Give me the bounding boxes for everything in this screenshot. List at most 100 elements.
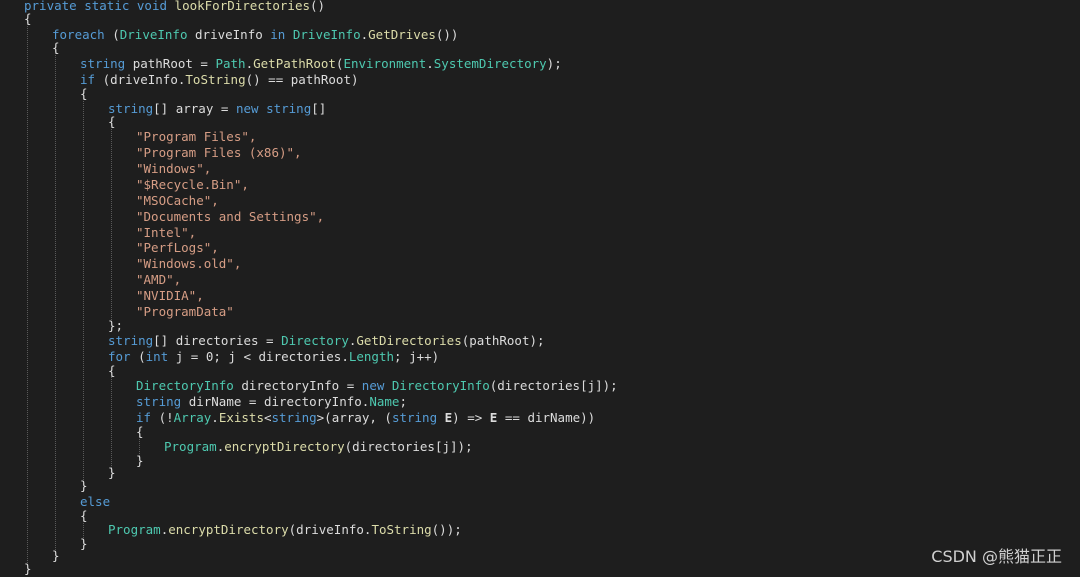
keyword: new [361,378,385,393]
code-line: }; [108,318,124,333]
lambda-param: E [444,410,453,425]
indent-guide [111,376,112,472]
type-name: DriveInfo [119,27,188,42]
type-name: Array [173,410,212,425]
type-name: DirectoryInfo [136,378,234,393]
brace: { [80,86,88,101]
brace: { [108,363,116,378]
variable: directories [352,439,435,454]
code-line: string pathRoot = Path.GetPathRoot(Envir… [80,56,562,71]
code-line: } [108,465,116,481]
variable: directories [175,333,259,348]
brace: } [24,561,32,576]
code-line: string[] directories = Directory.GetDire… [108,333,545,348]
type-name: DriveInfo [292,27,361,42]
type-name: Path [215,56,246,71]
keyword: for [108,349,131,364]
code-line: { [80,86,88,102]
code-editor[interactable]: private static void lookForDirectories()… [0,0,1080,576]
variable: directories [258,349,342,364]
keyword: in [270,27,286,42]
variable: directories [497,378,581,393]
keyword: string [266,101,312,116]
type-name: Environment [343,56,427,71]
keyword: string [80,56,126,71]
code-line: string[] array = new string[] [108,101,327,116]
keyword: int [145,349,169,364]
brace: } [108,318,116,333]
indent-guide [27,18,28,563]
code-line: } [80,478,88,494]
method-name: encryptDirectory [168,522,289,537]
property-name: Length [348,349,395,364]
string-literal: "$Recycle.Bin", [136,177,249,192]
variable: array [175,101,214,116]
code-line: { [136,424,144,440]
method-name: ToString [185,72,246,87]
string-literal: "PerfLogs", [136,240,219,255]
code-line: } [136,453,144,469]
keyword: else [80,494,111,509]
brace: } [52,548,60,563]
code-line: Program.encryptDirectory(directories[j])… [164,439,473,454]
method-name: encryptDirectory [224,439,345,454]
variable: driveInfo [195,27,263,42]
code-line: private static void lookForDirectories() [24,0,325,14]
keyword: string [391,410,438,425]
code-line: } [80,536,88,552]
method-name: GetDrives [368,27,436,42]
method-name: ToString [371,522,432,537]
keyword: static [84,0,130,13]
string-literal: "AMD", [136,272,182,287]
type-name: Program [108,522,161,537]
method-name: GetPathRoot [253,56,336,71]
variable: pathRoot [469,333,530,348]
variable: driveInfo [296,522,364,537]
variable: dirName [188,394,242,409]
keyword: if [80,72,96,87]
keyword: void [136,0,168,13]
string-literal: "Program Files (x86)", [136,145,302,160]
property-name: Name [369,394,400,409]
code-line: { [52,40,60,56]
punctuation: () [310,0,326,13]
variable: pathRoot [132,56,193,71]
code-line: if (driveInfo.ToString() == pathRoot) [80,72,359,87]
string-literal: "Windows.old", [136,256,242,271]
method-name: Exists [218,410,264,425]
keyword: new [235,101,259,116]
code-line: string dirName = directoryInfo.Name; [136,394,407,409]
code-line: { [24,11,32,27]
method-name: lookForDirectories [174,0,311,13]
method-name: GetDirectories [356,333,462,348]
string-literal: "ProgramData" [136,304,234,319]
keyword: string [136,394,182,409]
type-name: Program [164,439,217,454]
variable: directoryInfo [263,394,362,409]
variable: array [331,410,370,425]
brace: } [136,453,144,468]
code-line: if (!Array.Exists<string>(array, (string… [136,410,596,425]
code-line: Program.encryptDirectory(driveInfo.ToStr… [108,522,462,537]
code-line: DirectoryInfo directoryInfo = new Direct… [136,378,618,393]
string-literal: "Intel", [136,225,197,240]
variable: pathRoot [290,72,351,87]
indent-guide [55,50,56,550]
brace: } [108,465,116,480]
watermark-text: CSDN @熊猫正正 [931,547,1062,566]
string-literal: "NVIDIA", [136,288,204,303]
brace: { [136,424,144,439]
code-line: { [108,363,116,379]
brace: { [80,508,88,523]
brace: { [108,114,116,129]
type-name: DirectoryInfo [391,378,490,393]
property-name: SystemDirectory [433,56,547,71]
variable: driveInfo [110,72,178,87]
brace: { [52,40,60,55]
type-name: Directory [281,333,349,348]
code-line: for (int j = 0; j < directories.Length; … [108,349,440,364]
brace: } [80,536,88,551]
variable: directoryInfo [241,378,340,393]
brace: { [24,11,32,26]
code-line: foreach (DriveInfo driveInfo in DriveInf… [52,27,459,42]
